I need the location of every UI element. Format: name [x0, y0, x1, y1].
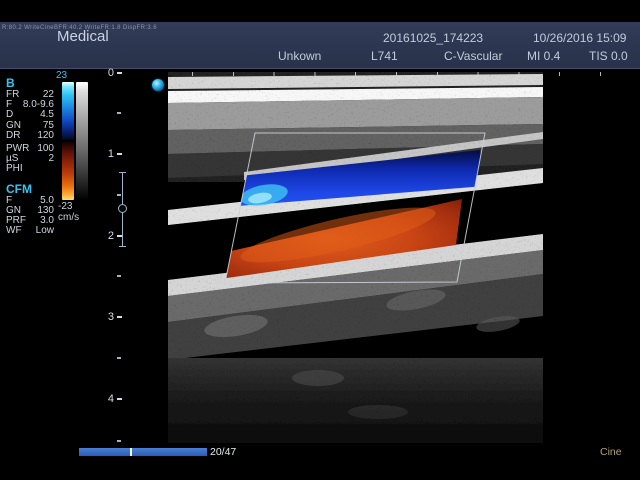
velocity-min-label: -23 — [58, 201, 72, 212]
velocity-unit-label: cm/s — [58, 212, 79, 223]
param-row-cfm-wf: WFLow — [6, 226, 54, 236]
tis-value: TIS 0.0 — [589, 49, 628, 63]
depth-label-1: 1 — [100, 148, 114, 160]
depth-tick-minor — [117, 194, 121, 196]
patient-name: Unkown — [278, 49, 321, 63]
doppler-colorbar — [62, 82, 74, 200]
depth-tick-major — [117, 72, 122, 74]
probe-model: L741 — [371, 49, 398, 63]
exam-id: 20161025_174223 — [383, 31, 483, 45]
width-ruler-ticks — [192, 72, 604, 76]
depth-label-3: 3 — [100, 311, 114, 323]
cine-position-marker[interactable] — [130, 448, 132, 456]
depth-label-4: 4 — [100, 393, 114, 405]
cine-frame-counter: 20/47 — [210, 446, 236, 458]
exam-preset: C-Vascular — [444, 49, 502, 63]
cine-mode-label: Cine — [600, 446, 622, 458]
depth-tick-minor — [117, 275, 121, 277]
depth-tick-major — [117, 153, 122, 155]
depth-tick-major — [117, 398, 122, 400]
depth-tick-minor — [117, 357, 121, 359]
mi-value: MI 0.4 — [527, 49, 560, 63]
grayscale-bar — [76, 82, 88, 200]
focus-position-icon[interactable] — [118, 204, 127, 213]
focus-marker-cap — [119, 246, 126, 247]
ultrasound-render — [168, 72, 543, 443]
depth-tick-minor — [117, 112, 121, 114]
depth-label-2: 2 — [100, 230, 114, 242]
ultrasound-image[interactable] — [168, 72, 543, 443]
parameter-panel: B FR22 F8.0-9.6 D4.5 GN75 DR120 PWR100 µ… — [6, 77, 54, 236]
cfm-mode-header: CFM — [6, 183, 54, 196]
depth-tick-major — [117, 316, 122, 318]
param-row-dr: DR120 — [6, 131, 54, 141]
velocity-max-label: 23 — [56, 70, 67, 81]
param-row-phi: PHI — [6, 164, 54, 174]
probe-orientation-icon — [152, 79, 164, 91]
depth-label-0: 0 — [100, 67, 114, 79]
focus-marker-cap — [119, 172, 126, 173]
top-status-bar: R:80.2 WriteCineBFR:40.2 WriteFR:1.8 Dis… — [0, 22, 640, 69]
ultrasound-screen: R:80.2 WriteCineBFR:40.2 WriteFR:1.8 Dis… — [0, 0, 640, 480]
cine-progress-bar[interactable] — [79, 448, 207, 456]
datetime: 10/26/2016 15:09 — [533, 31, 626, 45]
brand-label: Medical — [57, 28, 109, 45]
depth-tick-minor — [117, 440, 121, 442]
